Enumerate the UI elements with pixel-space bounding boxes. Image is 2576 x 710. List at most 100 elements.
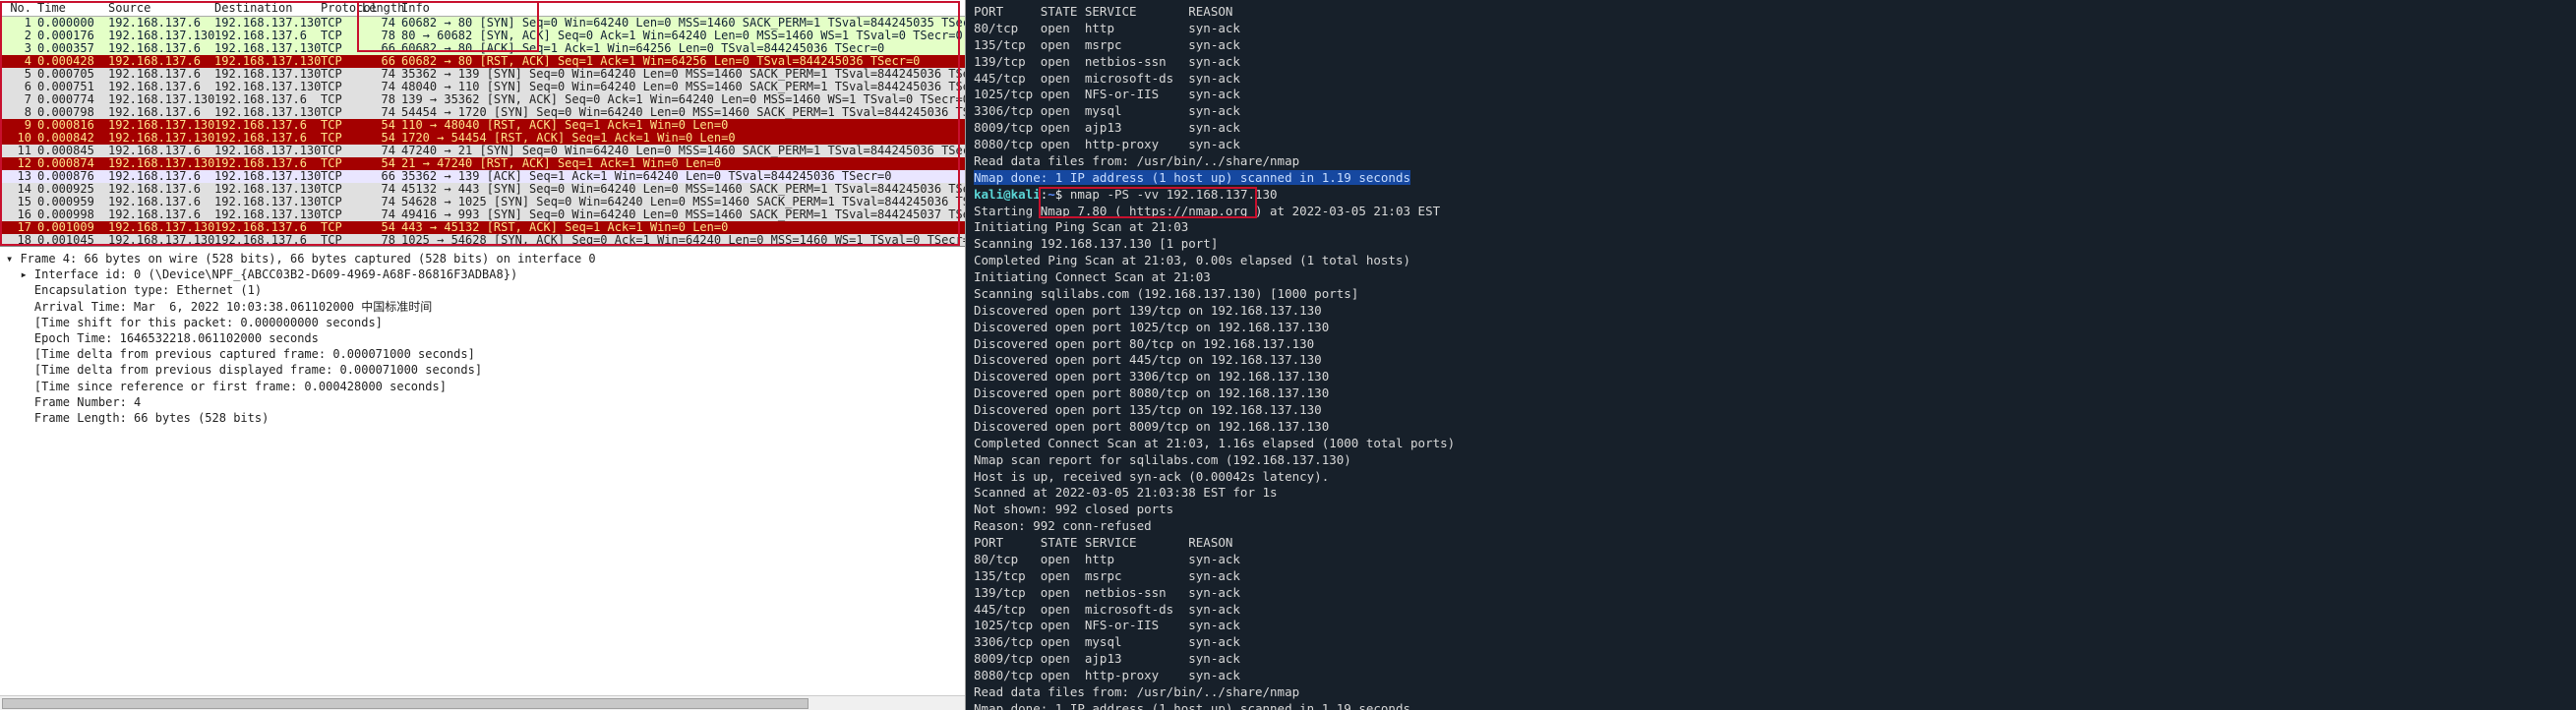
- cell-col-info: 54628 → 1025 [SYN] Seq=0 Win=64240 Len=0…: [401, 196, 965, 208]
- term-line: 445/tcp open microsoft-ds syn-ack: [974, 602, 2568, 619]
- cell-col-no: 3: [0, 42, 37, 55]
- cell-col-info: 1720 → 54454 [RST, ACK] Seq=1 Ack=1 Win=…: [401, 132, 965, 145]
- packet-row[interactable]: 180.001045192.168.137.130192.168.137.6TC…: [0, 234, 965, 246]
- term-line: Completed Ping Scan at 21:03, 0.00s elap…: [974, 253, 2568, 269]
- detail-line: Frame Number: 4: [6, 394, 961, 410]
- col-header-source[interactable]: Source: [108, 1, 214, 15]
- term-line: Discovered open port 135/tcp on 192.168.…: [974, 402, 2568, 419]
- term-line: Discovered open port 3306/tcp on 192.168…: [974, 369, 2568, 385]
- term-line: 80/tcp open http syn-ack: [974, 21, 2568, 37]
- packet-details-pane[interactable]: ▾ Frame 4: 66 bytes on wire (528 bits), …: [0, 246, 965, 695]
- term-line: 8009/tcp open ajp13 syn-ack: [974, 120, 2568, 137]
- cell-col-no: 8: [0, 106, 37, 119]
- cell-col-info: 48040 → 110 [SYN] Seq=0 Win=64240 Len=0 …: [401, 81, 965, 93]
- cell-col-info: 110 → 48040 [RST, ACK] Seq=1 Ack=1 Win=0…: [401, 119, 965, 132]
- term-line: 445/tcp open microsoft-ds syn-ack: [974, 71, 2568, 88]
- cell-col-info: 21 → 47240 [RST, ACK] Seq=1 Ack=1 Win=0 …: [401, 157, 965, 170]
- cell-col-len: 78: [362, 234, 401, 246]
- cell-col-proto: TCP: [321, 234, 362, 246]
- term-line: 8009/tcp open ajp13 syn-ack: [974, 651, 2568, 668]
- cell-col-info: 35362 → 139 [ACK] Seq=1 Ack=1 Win=64240 …: [401, 170, 965, 183]
- term-line: Nmap scan report for sqlilabs.com (192.1…: [974, 452, 2568, 469]
- cell-col-no: 1: [0, 17, 37, 30]
- term-line: Read data files from: /usr/bin/../share/…: [974, 153, 2568, 170]
- cell-col-dst: 192.168.137.6: [214, 234, 321, 246]
- packet-list[interactable]: No. Time Source Destination Protocol Len…: [0, 0, 965, 246]
- term-line: 8080/tcp open http-proxy syn-ack: [974, 137, 2568, 153]
- packet-list-header[interactable]: No. Time Source Destination Protocol Len…: [0, 0, 965, 17]
- term-line: Discovered open port 80/tcp on 192.168.1…: [974, 336, 2568, 353]
- col-header-info[interactable]: Info: [401, 1, 965, 15]
- cell-col-no: 4: [0, 55, 37, 68]
- cell-col-info: 60682 → 80 [ACK] Seq=1 Ack=1 Win=64256 L…: [401, 42, 965, 55]
- cell-col-info: 139 → 35362 [SYN, ACK] Seq=0 Ack=1 Win=6…: [401, 93, 965, 106]
- cell-col-no: 18: [0, 234, 37, 246]
- detail-line[interactable]: ▸ Interface id: 0 (\Device\NPF_{ABCC03B2…: [6, 266, 961, 282]
- detail-line[interactable]: ▾ Frame 4: 66 bytes on wire (528 bits), …: [6, 251, 961, 266]
- cell-col-info: 35362 → 139 [SYN] Seq=0 Win=64240 Len=0 …: [401, 68, 965, 81]
- term-line: 139/tcp open netbios-ssn syn-ack: [974, 54, 2568, 71]
- cell-col-info: 80 → 60682 [SYN, ACK] Seq=0 Ack=1 Win=64…: [401, 30, 965, 42]
- term-line: Not shown: 992 closed ports: [974, 502, 2568, 518]
- col-header-proto[interactable]: Protocol: [321, 1, 362, 15]
- cell-col-info: 1025 → 54628 [SYN, ACK] Seq=0 Ack=1 Win=…: [401, 234, 965, 246]
- col-header-no[interactable]: No.: [0, 1, 37, 15]
- term-line: Initiating Connect Scan at 21:03: [974, 269, 2568, 286]
- terminal-pane[interactable]: PORT STATE SERVICE REASON 80/tcp open ht…: [966, 0, 2576, 710]
- detail-line: [Time delta from previous captured frame…: [6, 346, 961, 362]
- detail-line: Arrival Time: Mar 6, 2022 10:03:38.06110…: [6, 299, 961, 315]
- term-line: 1025/tcp open NFS-or-IIS syn-ack: [974, 618, 2568, 634]
- horizontal-scrollbar[interactable]: [0, 695, 965, 710]
- term-line: Discovered open port 8009/tcp on 192.168…: [974, 419, 2568, 436]
- term-line: Scanning 192.168.137.130 [1 port]: [974, 236, 2568, 253]
- term-line: Nmap done: 1 IP address (1 host up) scan…: [974, 170, 2568, 187]
- term-line: Discovered open port 1025/tcp on 192.168…: [974, 320, 2568, 336]
- term-line: Discovered open port 139/tcp on 192.168.…: [974, 303, 2568, 320]
- term-line: Starting Nmap 7.80 ( https://nmap.org ) …: [974, 204, 2568, 220]
- term-line: Host is up, received syn-ack (0.00042s l…: [974, 469, 2568, 486]
- term-line: Reason: 992 conn-refused: [974, 518, 2568, 535]
- cell-col-no: 7: [0, 93, 37, 106]
- detail-line: Epoch Time: 1646532218.061102000 seconds: [6, 330, 961, 346]
- cell-col-src: 192.168.137.130: [108, 234, 214, 246]
- term-line: 135/tcp open msrpc syn-ack: [974, 37, 2568, 54]
- cell-col-info: 47240 → 21 [SYN] Seq=0 Win=64240 Len=0 M…: [401, 145, 965, 157]
- cell-col-info: 443 → 45132 [RST, ACK] Seq=1 Ack=1 Win=0…: [401, 221, 965, 234]
- cell-col-info: 49416 → 993 [SYN] Seq=0 Win=64240 Len=0 …: [401, 208, 965, 221]
- term-line: Read data files from: /usr/bin/../share/…: [974, 684, 2568, 701]
- cell-col-no: 6: [0, 81, 37, 93]
- scrollbar-thumb[interactable]: [2, 698, 809, 709]
- detail-line: [Time delta from previous displayed fram…: [6, 362, 961, 378]
- term-line: 80/tcp open http syn-ack: [974, 552, 2568, 568]
- col-header-time[interactable]: Time: [37, 1, 108, 15]
- cell-col-no: 5: [0, 68, 37, 81]
- cell-col-no: 2: [0, 30, 37, 42]
- term-prompt-line: kali@kali:~$ nmap -PS -vv 192.168.137.13…: [974, 187, 2568, 204]
- term-line: 3306/tcp open mysql syn-ack: [974, 103, 2568, 120]
- term-line: Discovered open port 445/tcp on 192.168.…: [974, 352, 2568, 369]
- cell-col-info: 54454 → 1720 [SYN] Seq=0 Win=64240 Len=0…: [401, 106, 965, 119]
- cell-col-info: 60682 → 80 [SYN] Seq=0 Win=64240 Len=0 M…: [401, 17, 965, 30]
- term-line: PORT STATE SERVICE REASON: [974, 535, 2568, 552]
- term-line: Nmap done: 1 IP address (1 host up) scan…: [974, 701, 2568, 710]
- detail-line: [Time since reference or first frame: 0.…: [6, 379, 961, 394]
- detail-line: [Time shift for this packet: 0.000000000…: [6, 315, 961, 330]
- detail-line: Frame Length: 66 bytes (528 bits): [6, 410, 961, 426]
- col-header-dest[interactable]: Destination: [214, 1, 321, 15]
- term-line: 3306/tcp open mysql syn-ack: [974, 634, 2568, 651]
- wireshark-pane: No. Time Source Destination Protocol Len…: [0, 0, 966, 710]
- term-line: 8080/tcp open http-proxy syn-ack: [974, 668, 2568, 684]
- term-line: 135/tcp open msrpc syn-ack: [974, 568, 2568, 585]
- term-line: Initiating Ping Scan at 21:03: [974, 219, 2568, 236]
- cell-col-time: 0.001045: [37, 234, 108, 246]
- term-line: Discovered open port 8080/tcp on 192.168…: [974, 385, 2568, 402]
- term-line: 1025/tcp open NFS-or-IIS syn-ack: [974, 87, 2568, 103]
- term-line: PORT STATE SERVICE REASON: [974, 4, 2568, 21]
- cell-col-info: 45132 → 443 [SYN] Seq=0 Win=64240 Len=0 …: [401, 183, 965, 196]
- col-header-len[interactable]: Length: [362, 1, 401, 15]
- term-line: Scanned at 2022-03-05 21:03:38 EST for 1…: [974, 485, 2568, 502]
- term-line: Completed Connect Scan at 21:03, 1.16s e…: [974, 436, 2568, 452]
- term-line: 139/tcp open netbios-ssn syn-ack: [974, 585, 2568, 602]
- detail-line: Encapsulation type: Ethernet (1): [6, 282, 961, 298]
- nmap-command: nmap -PS -vv 192.168.137.130: [1070, 187, 1278, 202]
